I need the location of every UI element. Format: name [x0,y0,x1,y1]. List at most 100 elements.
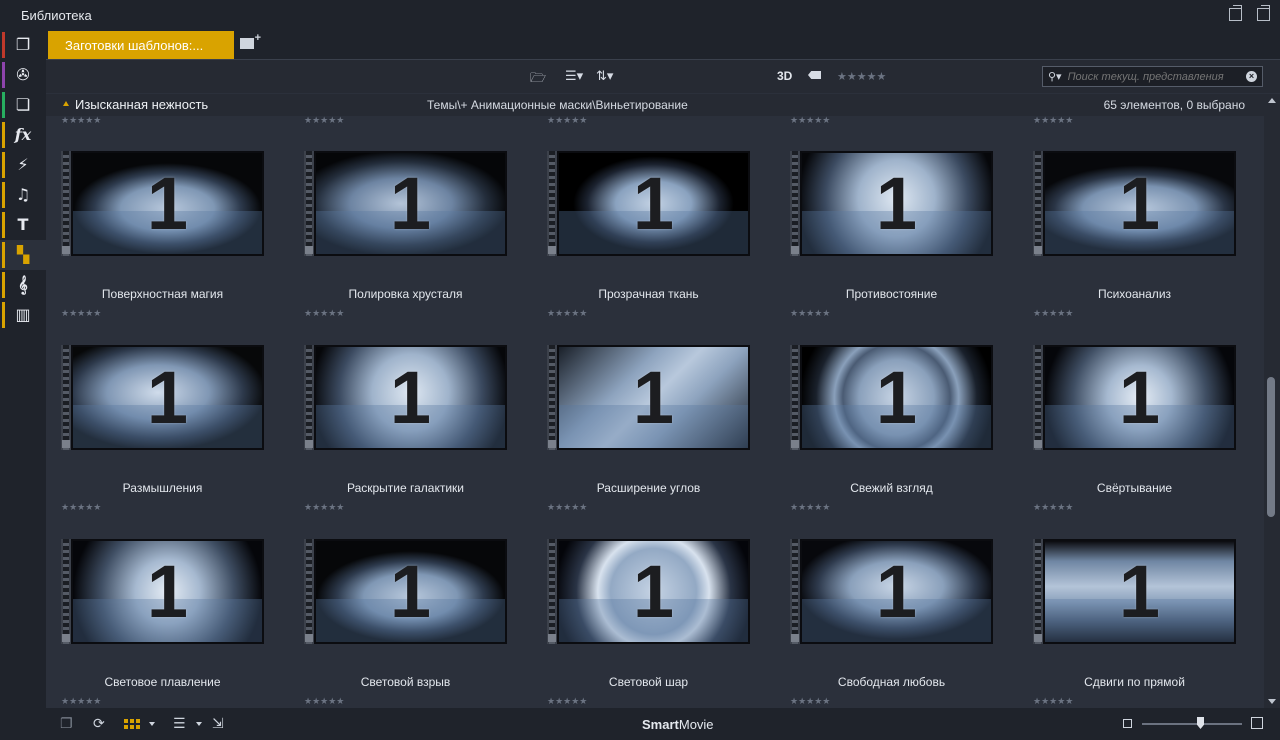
sidebar-item-text[interactable]: T [0,210,46,240]
tag-icon[interactable] [808,71,821,79]
zoom-in-icon[interactable] [1251,717,1263,729]
sidebar-item-piano-keys[interactable]: ▥ [0,300,46,330]
film-reel-icon: ✇ [16,65,30,84]
template-item[interactable]: 1 Свежий взгляд ★★★★★ [775,310,993,513]
item-rating[interactable]: ★★★★★ [790,697,830,707]
countdown-number-graphic: 1 [875,356,918,439]
template-thumbnail[interactable]: 1 [547,151,750,256]
template-thumbnail[interactable]: 1 [1033,345,1236,450]
scroll-thumb[interactable] [1267,377,1275,517]
template-item[interactable]: 1 Свёртывание ★★★★★ [1018,310,1236,513]
zoom-out-icon[interactable] [1123,719,1132,728]
3d-filter-button[interactable]: 3D [777,69,792,83]
template-item[interactable]: 1 Свободная любовь ★★★★★ [775,504,993,707]
template-thumbnail[interactable]: 1 [547,539,750,644]
template-thumbnail[interactable]: 1 [61,345,264,450]
film-strip-icon [61,345,71,450]
sidebar-item-film-reel[interactable]: ✇ [0,60,46,90]
smartmovie-bold: Smart [642,717,679,732]
sidebar-item-package[interactable]: ❐ [0,30,46,60]
zoom-slider-handle[interactable] [1197,717,1204,729]
template-item[interactable]: 1 Световое плавление ★★★★★ [46,504,264,707]
countdown-number-graphic: 1 [146,162,189,245]
template-label: Свободная любовь [837,675,946,689]
template-item[interactable]: 1 Световой взрыв ★★★★★ [289,504,507,707]
template-thumbnail[interactable]: 1 [790,151,993,256]
rating-filter[interactable]: ★★★★★ [837,70,886,83]
sidebar-item-music-note[interactable]: ♫ [0,180,46,210]
vertical-scrollbar[interactable] [1264,94,1280,708]
template-item[interactable]: 1 Противостояние ★★★★★ [775,116,993,319]
template-thumbnail[interactable]: 1 [790,345,993,450]
library-toolbar: 🗁 ☰▾ ⇅▾ 3D ★★★★★ ⚲▾ × [46,59,1280,93]
template-item[interactable]: 1 Сдвиги по прямой ★★★★★ [1018,504,1236,707]
tab-montage-templates[interactable]: Заготовки шаблонов:... [48,31,234,59]
sidebar-item-stacked-photos[interactable]: ❏ [0,90,46,120]
item-rating[interactable]: ★★★★★ [1033,697,1073,707]
template-label: Поверхностная магия [101,287,224,301]
film-strip-icon [547,151,557,256]
search-input[interactable] [1067,70,1238,83]
template-thumbnail[interactable]: 1 [547,345,750,450]
scroll-down-icon[interactable] [1268,699,1276,704]
thumbnail-preview: 1 [316,541,505,642]
chevron-down-icon[interactable] [196,722,202,726]
template-thumbnail[interactable]: 1 [61,151,264,256]
folder-icon[interactable]: 🗁 [530,69,546,91]
template-thumbnail[interactable]: 1 [1033,539,1236,644]
add-tab-icon[interactable] [240,32,261,49]
list-view-icon[interactable]: ☰ [173,716,186,732]
search-icon[interactable]: ⚲▾ [1048,70,1062,83]
item-rating[interactable]: ★★★★★ [547,697,587,707]
thumbnail-view-icon[interactable] [124,719,140,729]
item-rating[interactable]: ★★★★★ [61,697,101,707]
group-header[interactable]: Изысканная нежность Темы\+ Анимационные … [46,94,1264,116]
clear-search-icon[interactable]: × [1246,71,1257,82]
countdown-number-graphic: 1 [875,550,918,633]
thumbnail-preview: 1 [1045,541,1234,642]
template-item[interactable]: 1 Расширение углов ★★★★★ [532,310,750,513]
zoom-slider-track[interactable] [1142,723,1242,725]
template-thumbnail[interactable]: 1 [790,539,993,644]
sidebar-item-treble-clef[interactable]: 𝄞 [0,270,46,300]
sort-icon[interactable]: ⇅▾ [596,69,613,84]
window-title: Библиотека [21,7,92,23]
item-rating[interactable]: ★★★★★ [304,697,344,707]
film-strip-icon [61,539,71,644]
film-strip-icon [790,539,800,644]
template-thumbnail[interactable]: 1 [304,345,507,450]
import-media-icon[interactable]: ⇲ [212,716,224,732]
template-item[interactable]: 1 Прозрачная ткань ★★★★★ [532,116,750,319]
list-filter-icon[interactable]: ☰▾ [565,69,583,84]
refresh-icon[interactable]: ⟳ [93,716,105,732]
template-item[interactable]: 1 Раскрытие галактики ★★★★★ [289,310,507,513]
bottom-bar: ❐ ⟳ ☰ ⇲ SmartMovie [46,708,1280,740]
template-thumbnail[interactable]: 1 [304,151,507,256]
template-item[interactable]: 1 Поверхностная магия ★★★★★ [46,116,264,319]
template-item[interactable]: 1 Психоанализ ★★★★★ [1018,116,1236,319]
template-item[interactable]: 1 Световой шар ★★★★★ [532,504,750,707]
template-item[interactable]: 1 Полировка хрусталя ★★★★★ [289,116,507,319]
template-thumbnail[interactable]: 1 [1033,151,1236,256]
sidebar-item-lightning[interactable]: ⚡ [0,150,46,180]
undock-window-icon[interactable] [1229,5,1242,21]
restore-window-icon[interactable] [1257,5,1270,21]
smartmovie-button[interactable]: SmartMovie [642,717,714,732]
template-item[interactable]: 1 Размышления ★★★★★ [46,310,264,513]
template-thumbnail[interactable]: 1 [304,539,507,644]
music-note-icon: ♫ [15,185,31,204]
sidebar-item-montage-templates[interactable]: ▚ [0,240,46,270]
template-label: Раскрытие галактики [346,481,465,495]
countdown-number-graphic: 1 [146,550,189,633]
template-thumbnail[interactable]: 1 [61,539,264,644]
copy-icon[interactable]: ❐ [60,716,73,732]
scroll-up-icon[interactable] [1268,98,1276,103]
text-icon: T [17,215,29,234]
montage-templates-icon: ▚ [16,245,30,264]
smartmovie-rest: Movie [678,717,714,732]
sidebar-item-fx[interactable]: fx [0,120,46,150]
thumbnail-preview: 1 [316,153,505,254]
chevron-down-icon[interactable] [149,722,155,726]
collapse-triangle-icon[interactable] [63,101,69,106]
sidebar-stripe [2,242,5,268]
